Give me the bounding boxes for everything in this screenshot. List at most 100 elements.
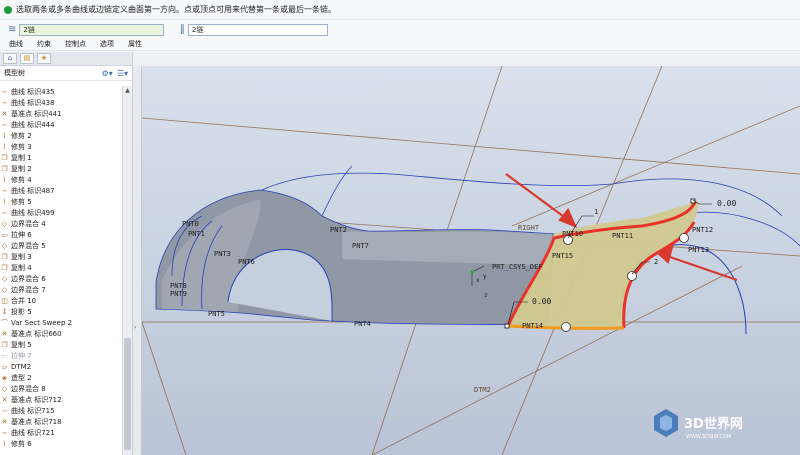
- tree-item[interactable]: ▭ 拉伸 6: [0, 229, 122, 240]
- tree-item-label: 曲线 标识438: [11, 98, 55, 107]
- tree-item[interactable]: ∼ 曲线 标识487: [0, 185, 122, 196]
- first-direction-field[interactable]: 2链: [19, 23, 165, 36]
- tree-item[interactable]: ∼ 曲线 标识438: [0, 97, 122, 108]
- tree-item[interactable]: ⌒ Var Sect Sweep 2: [0, 317, 122, 328]
- dimension-2[interactable]: 0.00: [717, 199, 736, 208]
- curve-icon: ∼: [1, 120, 8, 129]
- tree-show-icon[interactable]: ☰▾: [117, 69, 128, 78]
- datum-point-icon: ✕: [1, 329, 8, 338]
- tree-item[interactable]: ⌇ 修剪 5: [0, 196, 122, 207]
- first-direction-icon: ≋: [8, 24, 17, 35]
- tree-item-label: 基准点 标识718: [11, 417, 62, 426]
- dimension-1[interactable]: 0.00: [532, 297, 551, 306]
- tree-item[interactable]: ↧ 投影 5: [0, 306, 122, 317]
- tree-item-label: 曲线 标识487: [11, 186, 55, 195]
- second-direction-field[interactable]: 2链: [188, 23, 328, 36]
- tab-curves[interactable]: 曲线: [9, 39, 23, 49]
- tree-item-label: 修剪 5: [11, 197, 32, 206]
- curve-icon: ∼: [1, 186, 8, 195]
- label-pnt14: PNT14: [522, 322, 543, 330]
- projection-icon: ↧: [1, 307, 8, 316]
- tree-item[interactable]: ✕ 基准点 标识441: [0, 108, 122, 119]
- model-tree-title: 模型树: [4, 69, 25, 77]
- tab-constraints[interactable]: 约束: [37, 39, 51, 49]
- tree-item[interactable]: ❐ 复制 2: [0, 163, 122, 174]
- tree-item-label: 边界混合 8: [11, 384, 46, 393]
- tab-options[interactable]: 选项: [100, 39, 114, 49]
- tree-item[interactable]: ▭ 拉伸 7: [0, 350, 122, 361]
- tree-item-label: 基准点 标识441: [11, 109, 62, 118]
- tab-properties[interactable]: 属性: [128, 39, 142, 49]
- tree-item[interactable]: ✕ 基准点 标识712: [0, 394, 122, 405]
- tree-item-label: 投影 5: [11, 307, 32, 316]
- shape-icon: ◈: [1, 373, 8, 382]
- tree-item[interactable]: ❐ 复制 5: [0, 339, 122, 350]
- copy-icon: ❐: [1, 153, 8, 162]
- tree-item-label: Var Sect Sweep 2: [11, 318, 73, 327]
- tree-item-label: 修剪 2: [11, 131, 32, 140]
- tree-item[interactable]: ⌇ 修剪 2: [0, 130, 122, 141]
- tree-item[interactable]: ⌇ 修剪 3: [0, 141, 122, 152]
- tree-item[interactable]: ✕ 基准点 标识660: [0, 328, 122, 339]
- chain-index-2: 2: [654, 258, 658, 266]
- second-direction-collector[interactable]: ∥ 2链: [180, 23, 328, 36]
- scroll-thumb[interactable]: [124, 338, 131, 450]
- label-pnt0: PNT0: [182, 220, 199, 228]
- tree-item[interactable]: ❐ 复制 4: [0, 262, 122, 273]
- model-graphics: PNT0 PNT1 PNT3 PNT6 PNT8 PNT9 PNT5 PNT2 …: [142, 66, 800, 455]
- tree-item[interactable]: ◫ 合并 10: [0, 295, 122, 306]
- tree-item[interactable]: ⌇ 修剪 4: [0, 174, 122, 185]
- datum-point-icon: ✕: [1, 417, 8, 426]
- tree-item-label: 拉伸 6: [11, 230, 32, 239]
- label-pnt12: PNT12: [692, 226, 713, 234]
- panel-sash[interactable]: ›: [133, 66, 142, 455]
- first-direction-collector[interactable]: ≋ 2链: [8, 23, 165, 36]
- model-tree-tab-icon[interactable]: ⌂: [3, 53, 17, 64]
- tree-item[interactable]: ❐ 复制 1: [0, 152, 122, 163]
- tree-item[interactable]: ∼ 曲线 标识499: [0, 207, 122, 218]
- tree-item[interactable]: ◇ 边界混合 7: [0, 284, 122, 295]
- tree-item-label: DTM2: [11, 362, 32, 371]
- tree-item-label: 复制 4: [11, 263, 32, 272]
- copy-icon: ❐: [1, 263, 8, 272]
- folder-browser-tab-icon[interactable]: ▤: [20, 53, 34, 64]
- tree-item[interactable]: ▱ DTM2: [0, 361, 122, 372]
- model-tree-panel: ⌂ ▤ ★ 模型树 ⚙▾ ☰▾ ∼ 曲线 标识435 ∼ 曲线 标识438 ✕ 基准点 标…: [0, 52, 133, 455]
- tree-item[interactable]: ∼ 曲线 标识721: [0, 427, 122, 438]
- favorites-tab-icon[interactable]: ★: [37, 53, 51, 64]
- tab-control-points[interactable]: 控制点: [65, 39, 86, 49]
- tree-item[interactable]: ❐ 复制 3: [0, 251, 122, 262]
- tree-item-label: 基准点 标识712: [11, 395, 62, 404]
- copy-icon: ❐: [1, 252, 8, 261]
- tree-item[interactable]: ◈ 造型 2: [0, 372, 122, 383]
- dashboard-tabs: 曲线 约束 控制点 选项 属性: [0, 38, 800, 51]
- tree-item[interactable]: ◇ 边界混合 4: [0, 218, 122, 229]
- label-pnt10: PNT10: [562, 230, 583, 238]
- model-tree-scrollbar[interactable]: ▲: [122, 86, 132, 455]
- tree-item-label: 复制 3: [11, 252, 32, 261]
- label-pnt8: PNT8: [170, 282, 187, 290]
- label-pnt13: PNT13: [688, 246, 709, 254]
- tree-item[interactable]: ◇ 边界混合 6: [0, 273, 122, 284]
- scroll-up-icon[interactable]: ▲: [123, 86, 132, 95]
- tree-item[interactable]: ◇ 边界混合 5: [0, 240, 122, 251]
- graphics-viewport[interactable]: PNT0 PNT1 PNT3 PNT6 PNT8 PNT9 PNT5 PNT2 …: [142, 66, 800, 455]
- tree-item[interactable]: ∼ 曲线 标识435: [0, 86, 122, 97]
- curve-icon: ∼: [1, 208, 8, 217]
- label-pnt2: PNT2: [330, 226, 347, 234]
- tree-item[interactable]: ◇ 边界混合 8: [0, 383, 122, 394]
- tree-settings-icon[interactable]: ⚙▾: [102, 69, 113, 78]
- tree-item[interactable]: ⌇ 修剪 6: [0, 438, 122, 449]
- label-dtm2: DTM2: [474, 386, 491, 394]
- tree-item[interactable]: ✕ 基准点 标识718: [0, 416, 122, 427]
- model-tree-tools: ⚙▾ ☰▾: [102, 69, 128, 78]
- datum-point-icon: ✕: [1, 395, 8, 404]
- sweep-icon: ⌒: [1, 318, 8, 327]
- tree-item-label: 边界混合 7: [11, 285, 46, 294]
- collapse-arrow-icon[interactable]: ›: [134, 324, 136, 331]
- trim-icon: ⌇: [2, 175, 7, 184]
- copy-icon: ❐: [1, 340, 8, 349]
- label-pnt7: PNT7: [352, 242, 369, 250]
- tree-item[interactable]: ∼ 曲线 标识444: [0, 119, 122, 130]
- tree-item[interactable]: ∼ 曲线 标识715: [0, 405, 122, 416]
